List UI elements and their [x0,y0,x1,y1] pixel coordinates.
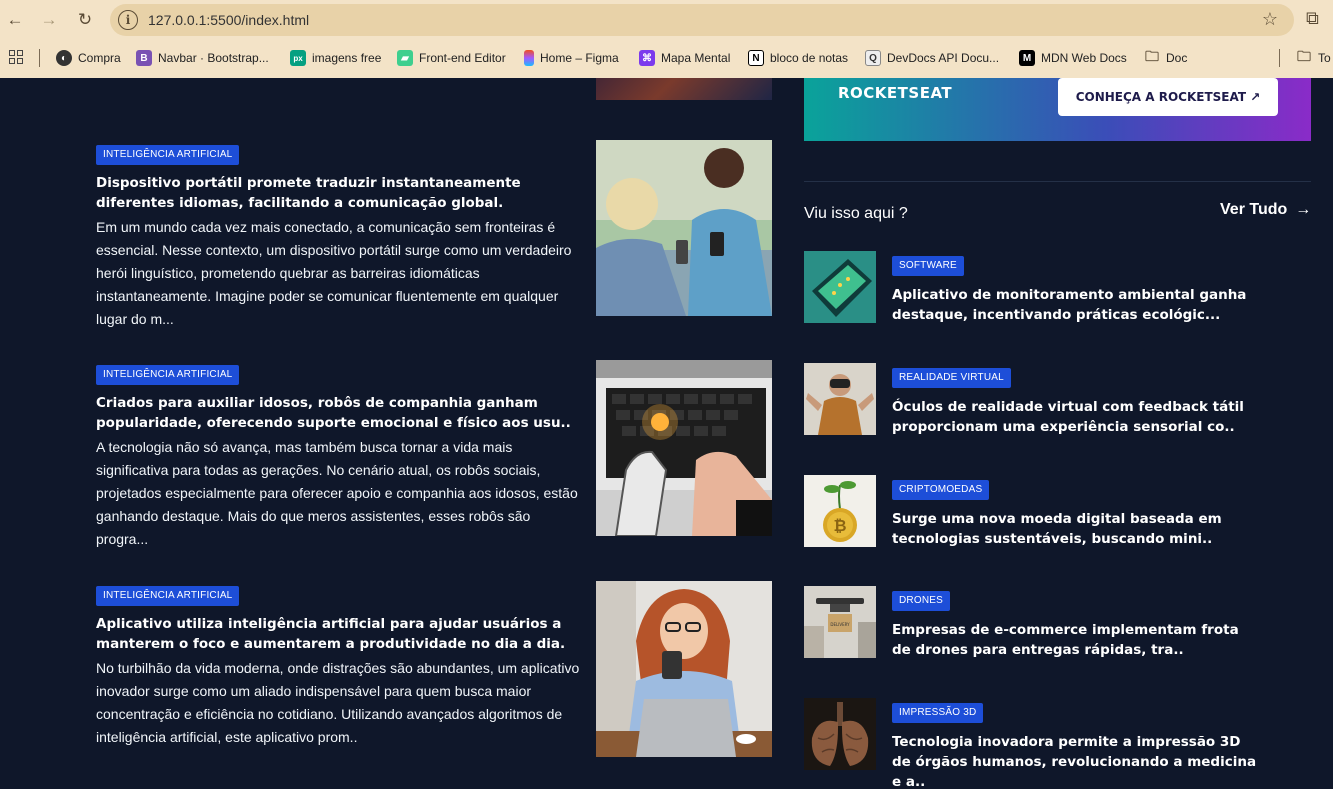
svg-text:DELIVERY: DELIVERY [830,622,850,627]
article-title[interactable]: Aplicativo utiliza inteligência artifici… [96,614,581,654]
figma-icon [524,50,534,66]
bookmark-item[interactable]: ▰ Front-end Editor [397,49,506,67]
bookmarks-bar: ◐ Compra B Navbar · Bootstrap... px imag… [0,40,1333,76]
category-tag[interactable]: CRIPTOMOEDAS [892,480,990,500]
article-excerpt: Em um mundo cada vez mais conectado, a c… [96,219,572,327]
article-excerpt: A tecnologia não só avança, mas também b… [96,439,578,547]
bookmark-item[interactable]: Home – Figma [524,49,619,67]
bookmark-label: Navbar · Bootstrap... [158,51,269,65]
bookmark-separator [39,49,40,67]
sidebar-heading: Viu isso aqui ? [804,205,908,222]
news-thumbnail[interactable] [804,363,876,435]
mdn-icon: M [1019,50,1035,66]
svg-text:₿: ₿ [833,516,846,535]
article-title[interactable]: Criados para auxiliar idosos, robôs de c… [96,393,581,433]
news-title[interactable]: Empresas de e-commerce implementam frota… [892,620,1262,660]
back-arrow-icon[interactable]: ← [2,8,28,32]
bookmark-star-icon[interactable]: ☆ [1262,9,1278,30]
page-content: INTELIGÊNCIA ARTIFICIAL Dispositivo port… [0,78,1333,789]
bookmark-label: DevDocs API Docu... [887,51,1000,65]
browser-toolbar: ← → ↻ i 127.0.0.1:5500/index.html ☆ ⧉ [0,0,1333,40]
mindmap-icon: ⌘ [639,50,655,66]
bookmark-item[interactable]: 🗀 To [1296,48,1331,67]
bookmark-item[interactable]: Q DevDocs API Docu... [865,49,999,67]
bookmark-separator [1279,49,1280,67]
bookmark-item[interactable]: ⌘ Mapa Mental [639,49,730,67]
editor-icon: ▰ [397,50,413,66]
category-tag[interactable]: IMPRESSÃO 3D [892,703,984,723]
news-thumbnail[interactable] [804,698,876,770]
browser-chrome: ← → ↻ i 127.0.0.1:5500/index.html ☆ ⧉ ◐ … [0,0,1333,78]
category-tag[interactable]: INTELIGÊNCIA ARTIFICIAL [96,586,240,606]
address-bar[interactable]: i 127.0.0.1:5500/index.html ☆ [110,4,1294,36]
bookmark-label: Compra [78,51,121,65]
banner-button[interactable]: CONHEÇA A ROCKETSEAT ↗ [1058,78,1278,116]
article-title[interactable]: Dispositivo portátil promete traduzir in… [96,173,581,213]
forward-arrow-icon[interactable]: → [36,8,62,32]
folder-icon: 🗀 [1297,48,1311,64]
category-tag[interactable]: REALIDADE VIRTUAL [892,368,1011,388]
bootstrap-icon: B [136,50,152,66]
article-excerpt: No turbilhão da vida moderna, onde distr… [96,660,580,745]
arrow-right-icon: → [1295,201,1312,218]
news-thumbnail[interactable]: DELIVERY [804,586,876,658]
section-divider [804,181,1311,182]
sidebar-news-item[interactable]: SOFTWARE Aplicativo de monitoramento amb… [804,251,1311,323]
article-image[interactable] [596,581,772,757]
extensions-icon[interactable]: ⧉ [1306,8,1319,29]
rocketseat-logo: ROCKETSEAT [838,84,953,102]
sidebar-news-item[interactable]: DELIVERY DRONES Empresas de e-commerce i… [804,586,1311,658]
bookmark-item[interactable]: B Navbar · Bootstrap... [136,49,269,67]
rocketseat-banner[interactable]: ROCKETSEAT CONHEÇA A ROCKETSEAT ↗ [804,78,1311,141]
bookmark-item[interactable]: N bloco de notas [748,49,848,67]
news-title[interactable]: Aplicativo de monitoramento ambiental ga… [892,285,1262,325]
bookmark-label: Doc [1166,51,1188,65]
news-title[interactable]: Tecnologia inovadora permite a impressão… [892,732,1262,789]
article-image[interactable] [596,78,772,100]
pexels-icon: px [290,50,306,66]
bookmark-label: Mapa Mental [661,51,731,65]
bookmark-item[interactable]: px imagens free [290,49,381,67]
bookmark-item[interactable]: ◐ Compra [56,49,121,67]
bookmark-label: bloco de notas [770,51,849,65]
bookmark-label: Front-end Editor [419,51,506,65]
article-card[interactable]: INTELIGÊNCIA ARTIFICIAL Criados para aux… [96,360,772,547]
article-image[interactable] [596,140,772,316]
sidebar-news-item[interactable]: REALIDADE VIRTUAL Óculos de realidade vi… [804,363,1311,435]
notion-icon: N [748,50,764,66]
sidebar-news-item[interactable]: IMPRESSÃO 3D Tecnologia inovadora permit… [804,698,1311,789]
bookmark-label: To [1318,51,1331,65]
category-tag[interactable]: INTELIGÊNCIA ARTIFICIAL [96,365,240,385]
article-card[interactable]: INTELIGÊNCIA ARTIFICIAL Aplicativo utili… [96,581,772,757]
sidebar-news-item[interactable]: ₿ CRIPTOMOEDAS Surge uma nova moeda digi… [804,475,1311,547]
globe-icon: ◐ [56,50,72,66]
bookmark-item[interactable]: 🗀 Doc [1144,48,1188,67]
category-tag[interactable]: SOFTWARE [892,256,964,276]
devdocs-icon: Q [865,50,881,66]
site-info-icon[interactable]: i [118,10,138,30]
category-tag[interactable]: INTELIGÊNCIA ARTIFICIAL [96,145,240,165]
folder-icon: 🗀 [1145,48,1159,64]
reload-icon[interactable]: ↻ [72,8,98,32]
apps-grid-icon[interactable] [9,50,23,64]
article-card[interactable]: INTELIGÊNCIA ARTIFICIAL Dispositivo port… [96,140,772,327]
see-all-link[interactable]: Ver Tudo → [1220,201,1311,219]
bookmark-item[interactable]: M MDN Web Docs [1019,49,1127,67]
see-all-label: Ver Tudo [1220,201,1288,218]
article-image[interactable] [596,360,772,536]
bookmark-label: Home – Figma [540,51,619,65]
bookmark-label: imagens free [312,51,382,65]
news-title[interactable]: Surge uma nova moeda digital baseada em … [892,509,1262,549]
news-thumbnail[interactable]: ₿ [804,475,876,547]
category-tag[interactable]: DRONES [892,591,950,611]
bookmark-label: MDN Web Docs [1041,51,1127,65]
news-thumbnail[interactable] [804,251,876,323]
url-text[interactable]: 127.0.0.1:5500/index.html [148,12,309,28]
news-title[interactable]: Óculos de realidade virtual com feedback… [892,397,1262,437]
